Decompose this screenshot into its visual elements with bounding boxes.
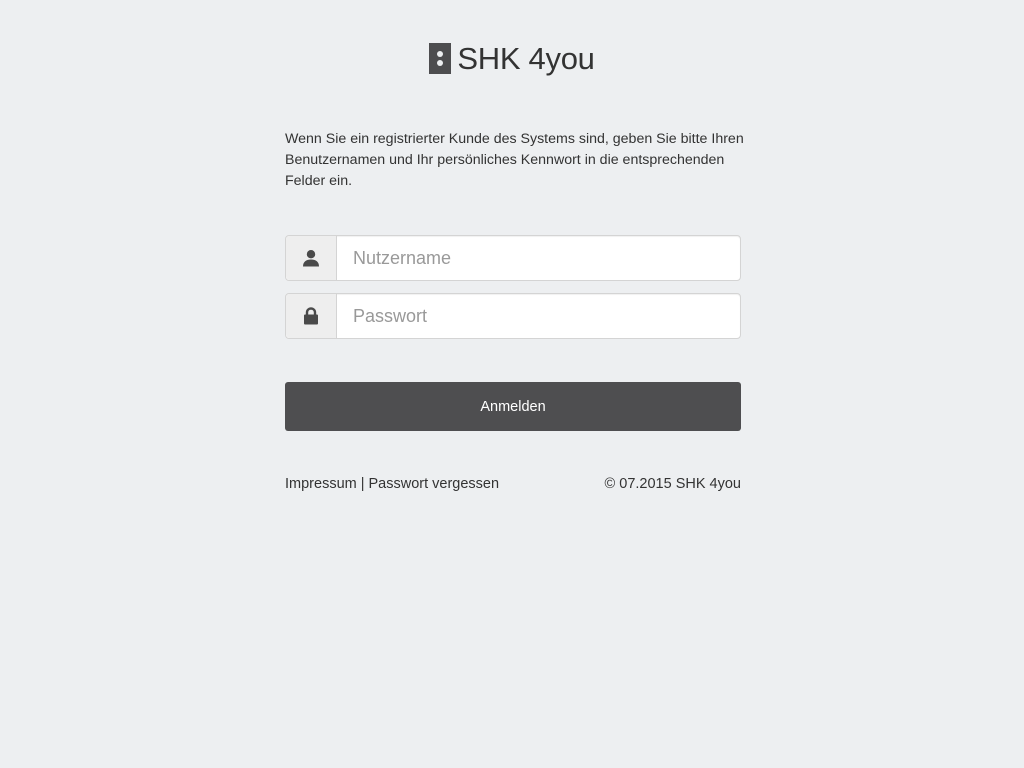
forgot-password-link[interactable]: Passwort vergessen <box>369 476 500 492</box>
footer-separator: | <box>360 476 365 492</box>
footer: Impressum | Passwort vergessen © 07.2015 S… <box>285 476 741 492</box>
brand-logo: SHK 4you <box>0 38 1024 78</box>
login-button[interactable]: Anmelden <box>285 382 741 431</box>
lock-icon <box>286 294 337 338</box>
username-field-group <box>285 235 741 281</box>
impressum-link[interactable]: Impressum <box>285 476 357 492</box>
login-page: SHK 4you Wenn Sie ein registrierter Kund… <box>0 0 1024 768</box>
user-icon <box>286 236 337 280</box>
footer-links: Impressum | Passwort vergessen <box>285 476 499 492</box>
brand-mark-icon <box>429 42 452 74</box>
password-field-group <box>285 293 741 339</box>
username-input[interactable] <box>337 236 740 280</box>
password-input[interactable] <box>337 294 740 338</box>
intro-text: Wenn Sie ein registrierter Kunde des Sys… <box>285 131 744 189</box>
copyright-text: © 07.2015 SHK 4you <box>604 476 741 492</box>
brand-name: SHK 4you <box>457 40 595 76</box>
